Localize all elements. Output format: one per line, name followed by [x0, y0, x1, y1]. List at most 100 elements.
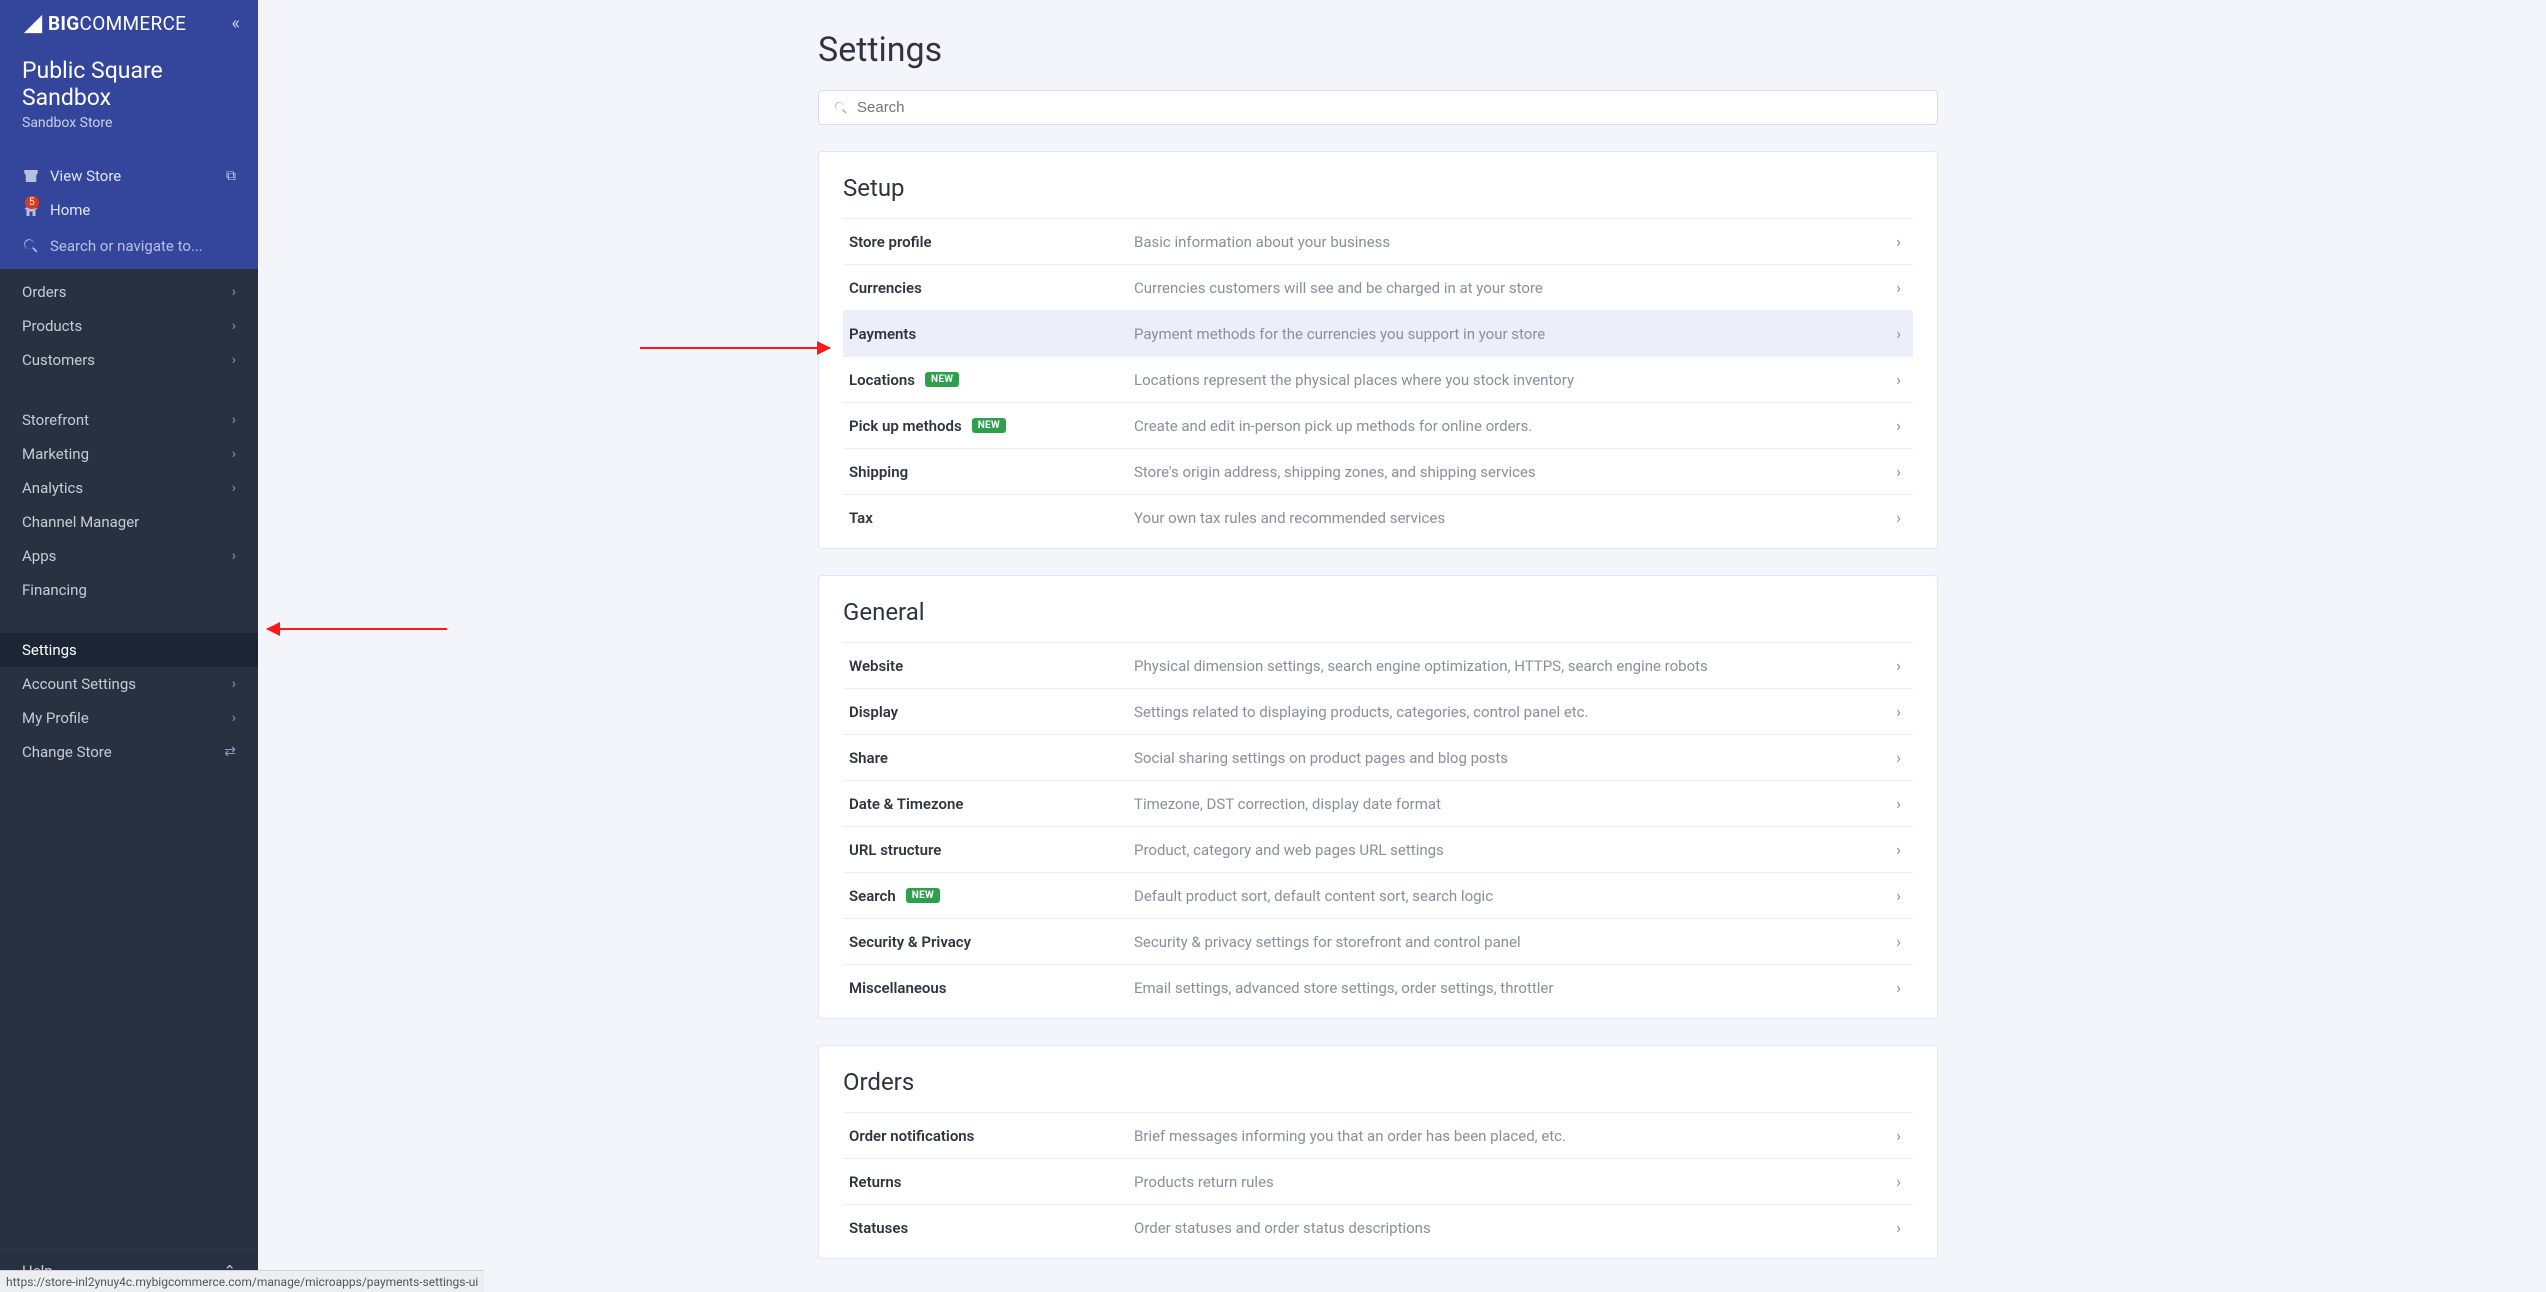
nav-group-commerce: Orders›Products›Customers› [0, 269, 258, 383]
row-label: Display [849, 703, 1134, 721]
nav-item-orders[interactable]: Orders› [0, 275, 258, 309]
chevron-right-icon: › [1896, 1218, 1907, 1237]
brand-logo[interactable]: BIGCOMMERCE [22, 12, 186, 35]
row-description: Social sharing settings on product pages… [1134, 749, 1896, 767]
row-description: Create and edit in-person pick up method… [1134, 417, 1896, 435]
nav-item-my-profile[interactable]: My Profile› [0, 701, 258, 735]
chevron-right-icon: › [232, 676, 236, 692]
settings-row-currencies[interactable]: CurrenciesCurrencies customers will see … [843, 264, 1913, 310]
nav-item-channel-manager[interactable]: Channel Manager [0, 505, 258, 539]
row-description: Payment methods for the currencies you s… [1134, 325, 1896, 343]
settings-row-returns[interactable]: ReturnsProducts return rules› [843, 1158, 1913, 1204]
nav-item-label: Customers [22, 351, 95, 369]
settings-row-date-timezone[interactable]: Date & TimezoneTimezone, DST correction,… [843, 780, 1913, 826]
settings-row-payments[interactable]: PaymentsPayment methods for the currenci… [843, 310, 1913, 356]
chevron-right-icon: › [1896, 702, 1907, 721]
nav-item-label: Apps [22, 547, 56, 565]
settings-search[interactable] [818, 90, 1938, 125]
settings-row-order-notifications[interactable]: Order notificationsBrief messages inform… [843, 1112, 1913, 1158]
row-label: Tax [849, 509, 1134, 527]
settings-row-pick-up-methods[interactable]: Pick up methodsNEWCreate and edit in-per… [843, 402, 1913, 448]
settings-row-url-structure[interactable]: URL structureProduct, category and web p… [843, 826, 1913, 872]
search-icon [833, 100, 849, 116]
view-store-link[interactable]: View Store ⧉ [0, 159, 258, 193]
row-label: URL structure [849, 841, 1134, 859]
row-label: SearchNEW [849, 887, 1134, 905]
settings-search-input[interactable] [857, 99, 1923, 116]
sidebar-search[interactable]: Search or navigate to... [0, 227, 258, 269]
nav-item-products[interactable]: Products › [0, 309, 258, 343]
chevron-right-icon: › [1896, 416, 1907, 435]
row-label: Store profile [849, 233, 1134, 251]
chevron-right-icon: › [1896, 748, 1907, 767]
chevron-right-icon: › [1896, 932, 1907, 951]
settings-section-general: General WebsitePhysical dimension setting… [818, 575, 1938, 1019]
chevron-right-icon: › [232, 318, 236, 334]
row-description: Security & privacy settings for storefro… [1134, 933, 1896, 951]
section-title: General [843, 598, 1913, 626]
chevron-right-icon: › [232, 446, 236, 462]
row-label: Security & Privacy [849, 933, 1134, 951]
nav-item-label: Products [22, 317, 82, 335]
row-description: Settings related to displaying products,… [1134, 703, 1896, 721]
nav-item-analytics[interactable]: Analytics› [0, 471, 258, 505]
nav-item-apps[interactable]: Apps › [0, 539, 258, 573]
settings-row-website[interactable]: WebsitePhysical dimension settings, sear… [843, 642, 1913, 688]
brand-mark-icon [22, 13, 44, 35]
nav-item-customers[interactable]: Customers› [0, 343, 258, 377]
settings-row-display[interactable]: DisplaySettings related to displaying pr… [843, 688, 1913, 734]
chevron-right-icon: › [1896, 656, 1907, 675]
row-label: Date & Timezone [849, 795, 1134, 813]
home-link[interactable]: 5 Home [0, 193, 258, 227]
row-description: Your own tax rules and recommended servi… [1134, 509, 1896, 527]
nav-item-settings[interactable]: Settings [0, 633, 258, 667]
settings-row-locations[interactable]: LocationsNEWLocations represent the phys… [843, 356, 1913, 402]
sidebar-header: BIGCOMMERCE « Public Square Sandbox Sand… [0, 0, 258, 269]
settings-row-tax[interactable]: TaxYour own tax rules and recommended se… [843, 494, 1913, 540]
chevron-right-icon: › [232, 412, 236, 428]
nav-item-marketing[interactable]: Marketing› [0, 437, 258, 471]
collapse-sidebar-button[interactable]: « [232, 13, 240, 34]
settings-row-store-profile[interactable]: Store profileBasic information about you… [843, 218, 1913, 264]
row-description: Email settings, advanced store settings,… [1134, 979, 1896, 997]
chevron-right-icon: › [232, 548, 236, 564]
store-icon [22, 167, 40, 185]
chevron-right-icon: › [1896, 370, 1907, 389]
row-description: Store's origin address, shipping zones, … [1134, 463, 1896, 481]
nav-item-financing[interactable]: Financing [0, 573, 258, 607]
home-label: Home [50, 201, 90, 219]
chevron-right-icon: › [232, 480, 236, 496]
settings-row-share[interactable]: ShareSocial sharing settings on product … [843, 734, 1913, 780]
row-description: Locations represent the physical places … [1134, 371, 1896, 389]
settings-section-orders: OrdersOrder notificationsBrief messages … [818, 1045, 1938, 1259]
settings-row-statuses[interactable]: StatusesOrder statuses and order status … [843, 1204, 1913, 1250]
section-title: Setup [843, 174, 1913, 202]
settings-row-shipping[interactable]: ShippingStore's origin address, shipping… [843, 448, 1913, 494]
new-badge: NEW [906, 888, 940, 903]
row-description: Order statuses and order status descript… [1134, 1219, 1896, 1237]
row-label: Shipping [849, 463, 1134, 481]
settings-row-search[interactable]: SearchNEWDefault product sort, default c… [843, 872, 1913, 918]
main: Settings SetupStore profileBasic informa… [258, 0, 2546, 1292]
row-description: Brief messages informing you that an ord… [1134, 1127, 1896, 1145]
chevron-right-icon: › [1896, 794, 1907, 813]
store-subtitle: Sandbox Store [22, 115, 236, 131]
settings-row-miscellaneous[interactable]: MiscellaneousEmail settings, advanced st… [843, 964, 1913, 1010]
row-description: Default product sort, default content so… [1134, 887, 1896, 905]
nav-item-label: Storefront [22, 411, 89, 429]
nav-item-change-store[interactable]: Change Store⇄ [0, 735, 258, 769]
nav-item-account-settings[interactable]: Account Settings› [0, 667, 258, 701]
sidebar: BIGCOMMERCE « Public Square Sandbox Sand… [0, 0, 258, 1292]
status-url: https://store-inl2ynuy4c.mybigcommerce.c… [6, 1275, 478, 1289]
row-label: LocationsNEW [849, 371, 1134, 389]
chevron-right-icon: › [232, 284, 236, 300]
nav-item-label: My Profile [22, 709, 89, 727]
new-badge: NEW [972, 418, 1006, 433]
chevron-right-icon: › [1896, 886, 1907, 905]
row-label: Order notifications [849, 1127, 1134, 1145]
nav-item-storefront[interactable]: Storefront › [0, 403, 258, 437]
row-description: Basic information about your business [1134, 233, 1896, 251]
settings-row-security-privacy[interactable]: Security & PrivacySecurity & privacy set… [843, 918, 1913, 964]
chevron-right-icon: › [1896, 232, 1907, 251]
row-description: Currencies customers will see and be cha… [1134, 279, 1896, 297]
